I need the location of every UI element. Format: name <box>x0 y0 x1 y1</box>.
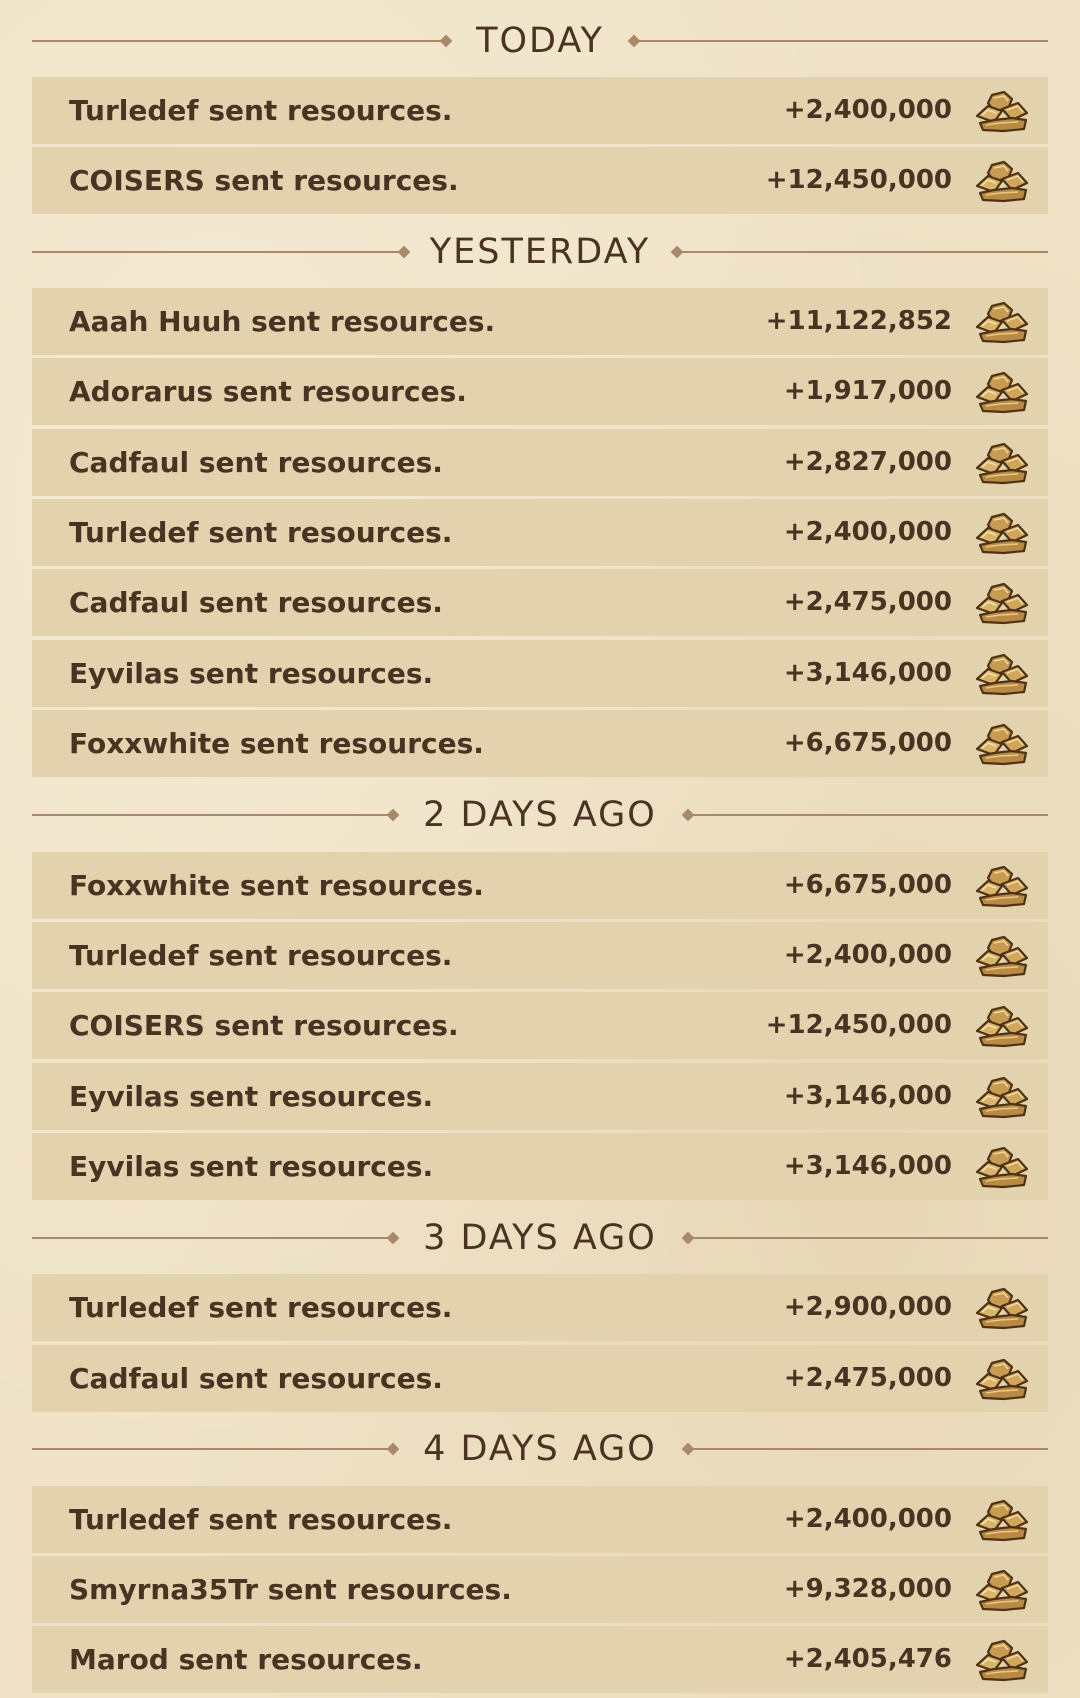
row-amount: +2,400,000 <box>783 95 952 125</box>
resources-pile-icon <box>974 652 1030 696</box>
section-header-2-days-ago: 2 DAYS AGO <box>32 785 1048 845</box>
resources-pile-icon <box>974 722 1030 766</box>
row-text: Cadfaul sent resources. <box>69 586 443 619</box>
list-item[interactable]: Turledef sent resources. +2,400,000 <box>32 922 1048 989</box>
list-item[interactable]: Smyrna35Tr sent resources. +9,328,000 <box>32 1556 1048 1623</box>
row-text: Marod sent resources. <box>69 1643 423 1676</box>
list-item[interactable]: Adorarus sent resources. +1,917,000 <box>32 358 1048 425</box>
row-text: Turledef sent resources. <box>69 1291 453 1324</box>
row-text: COISERS sent resources. <box>69 1009 459 1042</box>
resources-pile-icon <box>974 1498 1030 1542</box>
row-text: Smyrna35Tr sent resources. <box>69 1573 512 1606</box>
resources-pile-icon <box>974 1286 1030 1330</box>
resources-pile-icon <box>974 1145 1030 1189</box>
divider-line <box>693 1237 1048 1239</box>
resources-pile-icon <box>974 300 1030 344</box>
row-text: Turledef sent resources. <box>69 1503 453 1536</box>
row-amount: +3,146,000 <box>783 658 952 688</box>
list-item[interactable]: COISERS sent resources. +12,450,000 <box>32 992 1048 1059</box>
divider-line <box>693 1448 1048 1450</box>
row-text: Turledef sent resources. <box>69 516 453 549</box>
section-header-yesterday: YESTERDAY <box>32 222 1048 282</box>
list-item[interactable]: Cadfaul sent resources. +2,475,000 <box>32 569 1048 636</box>
list-item[interactable]: Marod sent resources. +2,405,476 <box>32 1626 1048 1693</box>
row-text: Turledef sent resources. <box>69 939 453 972</box>
divider-line <box>693 814 1048 816</box>
resources-pile-icon <box>974 1357 1030 1401</box>
resources-pile-icon <box>974 1075 1030 1119</box>
divider-line <box>639 40 1048 42</box>
row-amount: +12,450,000 <box>765 165 952 195</box>
list-item[interactable]: Aaah Huuh sent resources. +11,122,852 <box>32 288 1048 355</box>
row-amount: +9,328,000 <box>783 1574 952 1604</box>
row-amount: +2,827,000 <box>783 447 952 477</box>
row-text: Adorarus sent resources. <box>69 375 467 408</box>
resources-pile-icon <box>974 864 1030 908</box>
row-amount: +11,122,852 <box>765 306 952 336</box>
section-header-3-days-ago: 3 DAYS AGO <box>32 1208 1048 1268</box>
list-item[interactable]: Turledef sent resources. +2,400,000 <box>32 499 1048 566</box>
list-item[interactable]: Cadfaul sent resources. +2,475,000 <box>32 1345 1048 1412</box>
resources-pile-icon <box>974 1638 1030 1682</box>
row-text: Turledef sent resources. <box>69 94 453 127</box>
resources-pile-icon <box>974 159 1030 203</box>
list-item[interactable]: Eyvilas sent resources. +3,146,000 <box>32 1133 1048 1200</box>
resources-pile-icon <box>974 370 1030 414</box>
row-text: Eyvilas sent resources. <box>69 1150 434 1183</box>
row-amount: +2,400,000 <box>783 1504 952 1534</box>
list-item[interactable]: COISERS sent resources. +12,450,000 <box>32 147 1048 214</box>
row-amount: +2,400,000 <box>783 517 952 547</box>
resources-pile-icon <box>974 441 1030 485</box>
resources-pile-icon <box>974 581 1030 625</box>
row-amount: +2,900,000 <box>783 1292 952 1322</box>
row-text: Cadfaul sent resources. <box>69 1362 443 1395</box>
list-item[interactable]: Turledef sent resources. +2,900,000 <box>32 1274 1048 1341</box>
row-text: Eyvilas sent resources. <box>69 657 434 690</box>
row-text: Eyvilas sent resources. <box>69 1080 434 1113</box>
row-amount: +3,146,000 <box>783 1151 952 1181</box>
row-amount: +2,405,476 <box>783 1644 952 1674</box>
row-amount: +3,146,000 <box>783 1081 952 1111</box>
row-amount: +12,450,000 <box>765 1010 952 1040</box>
list-item[interactable]: Cadfaul sent resources. +2,827,000 <box>32 429 1048 496</box>
resources-pile-icon <box>974 511 1030 555</box>
list-item[interactable]: Foxxwhite sent resources. +6,675,000 <box>32 710 1048 777</box>
row-amount: +6,675,000 <box>783 728 952 758</box>
row-text: Cadfaul sent resources. <box>69 446 443 479</box>
row-text: Aaah Huuh sent resources. <box>69 305 496 338</box>
list-item[interactable]: Eyvilas sent resources. +3,146,000 <box>32 640 1048 707</box>
row-amount: +2,475,000 <box>783 587 952 617</box>
row-text: Foxxwhite sent resources. <box>69 869 484 902</box>
row-amount: +2,475,000 <box>783 1363 952 1393</box>
row-text: Foxxwhite sent resources. <box>69 727 484 760</box>
row-text: COISERS sent resources. <box>69 164 459 197</box>
section-header-today: TODAY <box>32 11 1048 71</box>
resource-log: TODAY Turledef sent resources. +2,400,00… <box>0 0 1080 1698</box>
list-item[interactable]: Eyvilas sent resources. +3,146,000 <box>32 1063 1048 1130</box>
row-amount: +1,917,000 <box>783 376 952 406</box>
list-item[interactable]: Foxxwhite sent resources. +6,675,000 <box>32 852 1048 919</box>
divider-line <box>682 251 1048 253</box>
resources-pile-icon <box>974 1004 1030 1048</box>
row-amount: +6,675,000 <box>783 870 952 900</box>
resources-pile-icon <box>974 89 1030 133</box>
resources-pile-icon <box>974 934 1030 978</box>
list-item[interactable]: Turledef sent resources. +2,400,000 <box>32 77 1048 144</box>
list-item[interactable]: Turledef sent resources. +2,400,000 <box>32 1486 1048 1553</box>
resources-pile-icon <box>974 1568 1030 1612</box>
section-header-4-days-ago: 4 DAYS AGO <box>32 1419 1048 1479</box>
row-amount: +2,400,000 <box>783 940 952 970</box>
